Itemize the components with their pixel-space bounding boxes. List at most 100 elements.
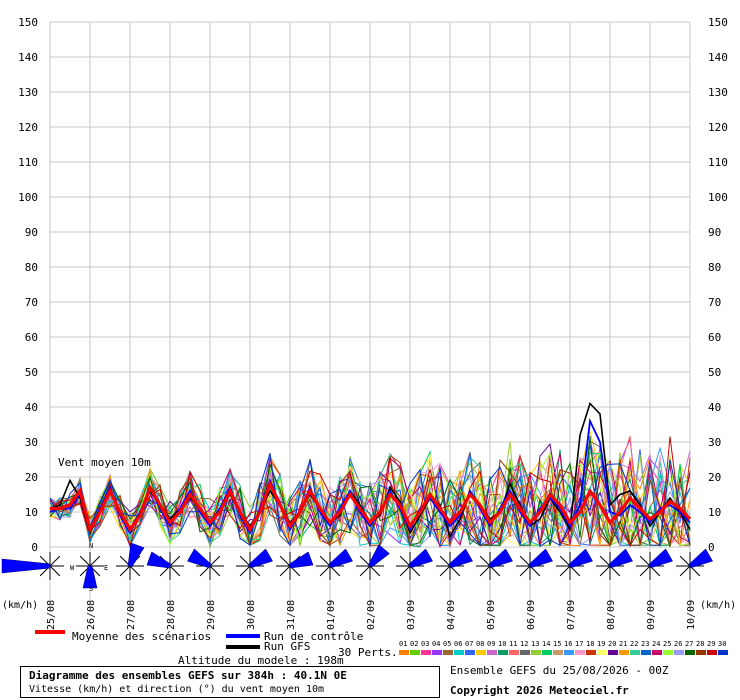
perturbation-swatch [575, 650, 585, 655]
rose-spoke [169, 565, 181, 577]
wind-direction-arrow [288, 551, 314, 569]
perturbation-swatch [663, 650, 673, 655]
y-tick-label: 20 [25, 471, 38, 484]
perturbation-number: 23 [641, 640, 649, 648]
perturbation-number: 02 [410, 640, 418, 648]
wind-direction-arrow [146, 551, 172, 569]
rose-spoke [209, 565, 221, 577]
title-box: Diagramme des ensembles GEFS sur 384h : … [20, 666, 440, 698]
chart-subtitle: Vitesse (km/h) et direction (°) du vent … [29, 684, 325, 695]
wind-rose-icon [356, 544, 390, 580]
wind-rose-icon [76, 552, 104, 589]
rose-spoke [439, 555, 451, 567]
x-tick-label: 10/09 [686, 600, 697, 630]
perturbation-swatch [465, 650, 475, 655]
perturbation-swatch [641, 650, 651, 655]
wind-direction-arrow [1, 558, 51, 574]
x-tick-label: 29/08 [206, 600, 217, 630]
y-tick-label: 140 [18, 51, 38, 64]
wind-direction-arrow [127, 542, 145, 568]
perturbation-number: 18 [586, 640, 594, 648]
y-tick-label-right: 120 [708, 121, 728, 134]
y-tick-label: 0 [31, 541, 38, 554]
perturbation-swatch [443, 650, 453, 655]
wind-rose-icon [276, 551, 314, 580]
wind-rose-icon [556, 548, 593, 580]
wind-rose-icon [116, 542, 145, 580]
rose-spoke [399, 565, 411, 577]
y-tick-label: 100 [18, 191, 38, 204]
perturbation-number: 15 [553, 640, 561, 648]
perturbation-swatch [542, 650, 552, 655]
rose-spoke [319, 555, 331, 567]
x-tick-label: 27/08 [126, 600, 137, 630]
perturbation-swatch [476, 650, 486, 655]
rose-spoke [49, 555, 61, 567]
perturbation-number: 30 [718, 640, 726, 648]
perturbation-swatch [520, 650, 530, 655]
annotation-text: Vent moyen 10m [58, 456, 151, 469]
perturbation-number: 16 [564, 640, 572, 648]
perturbation-swatch [410, 650, 420, 655]
rose-spoke [79, 555, 91, 567]
y-tick-label-right: 70 [708, 296, 721, 309]
rose-spoke [679, 565, 691, 577]
perturbation-swatch [619, 650, 629, 655]
wind-rose-icon [146, 551, 184, 580]
y-tick-label-right: 80 [708, 261, 721, 274]
wind-direction-arrow [448, 548, 473, 569]
rose-spoke [639, 555, 651, 567]
legend-perts-label: 30 Perts. [338, 646, 398, 659]
y-tick-label: 50 [25, 366, 38, 379]
perturbation-number: 20 [608, 640, 616, 648]
gefs-ensemble-chart: 0 0 10 10 20 20 30 30 40 40 50 50 60 60 70 70 80 80 90 90 10… [0, 0, 740, 700]
rose-spoke [639, 565, 651, 577]
rose-spoke [519, 555, 531, 567]
y-tick-label: 120 [18, 121, 38, 134]
wind-rose-icon [476, 548, 513, 580]
perturbation-swatch [696, 650, 706, 655]
wind-direction-arrow [568, 548, 593, 569]
legend-mean-label: Moyenne des scénarios [72, 630, 212, 643]
rose-spoke [679, 555, 691, 567]
perturbation-number: 21 [619, 640, 627, 648]
perturbation-number: 13 [531, 640, 539, 648]
y-tick-label: 80 [25, 261, 38, 274]
rose-spoke [439, 565, 451, 577]
perturbation-swatch [652, 650, 662, 655]
y-tick-label: 30 [25, 436, 38, 449]
rose-spoke [519, 565, 531, 577]
perturbation-swatch [421, 650, 431, 655]
perturbation-number: 25 [663, 640, 671, 648]
perturbation-swatch [597, 650, 607, 655]
perturbation-swatch [509, 650, 519, 655]
perturbation-number: 08 [476, 640, 484, 648]
perturbation-number: 10 [498, 640, 506, 648]
y-tick-label: 10 [25, 506, 38, 519]
y-tick-label-right: 110 [708, 156, 728, 169]
wind-direction-arrow [328, 548, 353, 569]
rose-spoke [559, 565, 571, 577]
x-tick-label: 05/09 [486, 600, 497, 630]
perturbation-swatch [685, 650, 695, 655]
x-axis-labels: 25/08 26/08 27/08 28/08 29/08 30/08 31/08 01/09… [46, 600, 697, 630]
x-tick-label: 07/09 [566, 600, 577, 630]
wind-direction-roses: N S W E [1, 542, 713, 593]
perturbation-number: 09 [487, 640, 495, 648]
perturbation-number: 11 [509, 640, 517, 648]
perturbation-swatch [531, 650, 541, 655]
x-tick-label: 01/09 [326, 600, 337, 630]
wind-direction-arrow [408, 548, 433, 569]
y-unit-right: (km/h) [700, 600, 737, 611]
y-tick-label-right: 100 [708, 191, 728, 204]
perturbation-number: 19 [597, 640, 605, 648]
legend-control-swatch [226, 634, 260, 638]
y-unit-left: (km/h) [2, 600, 39, 611]
rose-spoke [119, 565, 131, 577]
wind-direction-arrow [248, 548, 273, 569]
x-tick-label: 03/09 [406, 600, 417, 630]
perturbation-swatch [586, 650, 596, 655]
wind-rose-icon [676, 548, 713, 580]
y-tick-label-right: 20 [708, 471, 721, 484]
perturbation-swatch [707, 650, 717, 655]
